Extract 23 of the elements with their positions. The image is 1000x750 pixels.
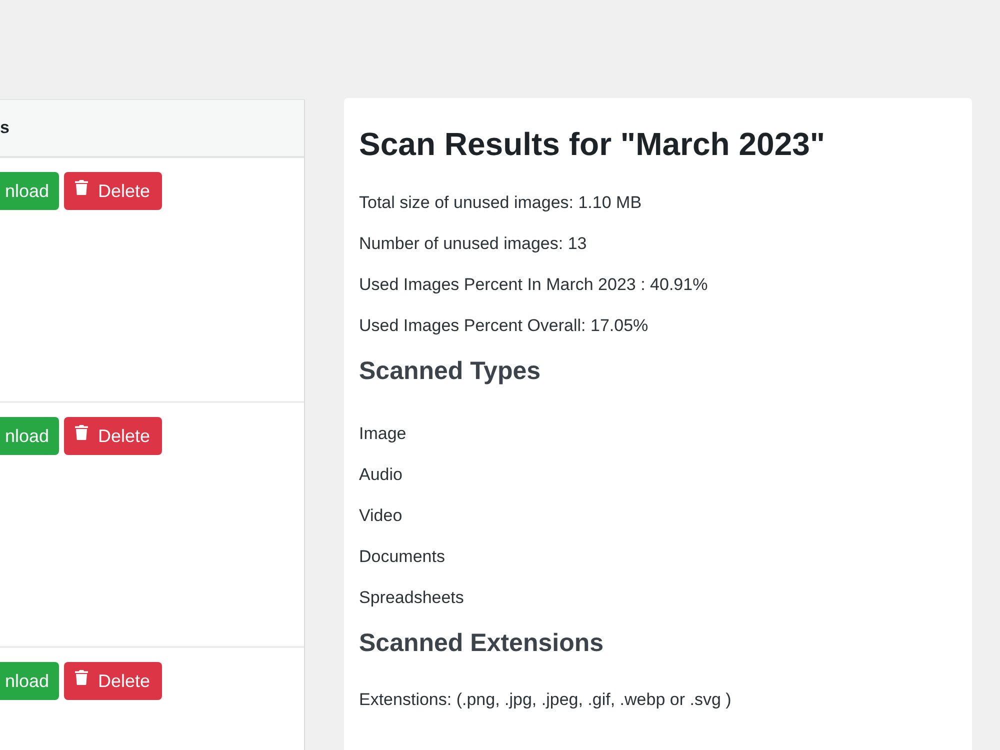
type-item: Documents — [359, 546, 446, 568]
delete-button[interactable]: Delete — [64, 662, 162, 700]
download-button[interactable]: nload — [0, 417, 59, 455]
trash-icon — [75, 425, 88, 440]
stat-text: Used Images Percent Overall: 17.05% — [359, 315, 650, 337]
trash-icon — [75, 670, 88, 685]
stat-text: Used Images Percent In March 2023 : 40.91% — [359, 274, 709, 296]
type-item: Video — [359, 505, 404, 527]
column-header: s — [0, 118, 10, 138]
delete-button[interactable]: Delete — [64, 172, 162, 210]
delete-button[interactable]: Delete — [64, 417, 162, 455]
type-item: Audio — [359, 464, 404, 486]
download-button[interactable]: nload — [0, 662, 59, 700]
download-button[interactable]: nload — [0, 172, 59, 210]
results-title: Scan Results for "March 2023" — [359, 125, 826, 163]
type-item: Image — [359, 423, 408, 445]
section-heading: Scanned Extensions — [359, 628, 605, 658]
stat-text: Total size of unused images: 1.10 MB — [359, 192, 643, 214]
stat-text: Number of unused images: 13 — [359, 233, 588, 255]
extensions-text: Extenstions: (.png, .jpg, .jpeg, .gif, .webp or .svg ) — [359, 689, 732, 711]
type-item: Spreadsheets — [359, 587, 465, 609]
trash-icon — [75, 180, 88, 195]
section-heading: Scanned Types — [359, 356, 542, 386]
